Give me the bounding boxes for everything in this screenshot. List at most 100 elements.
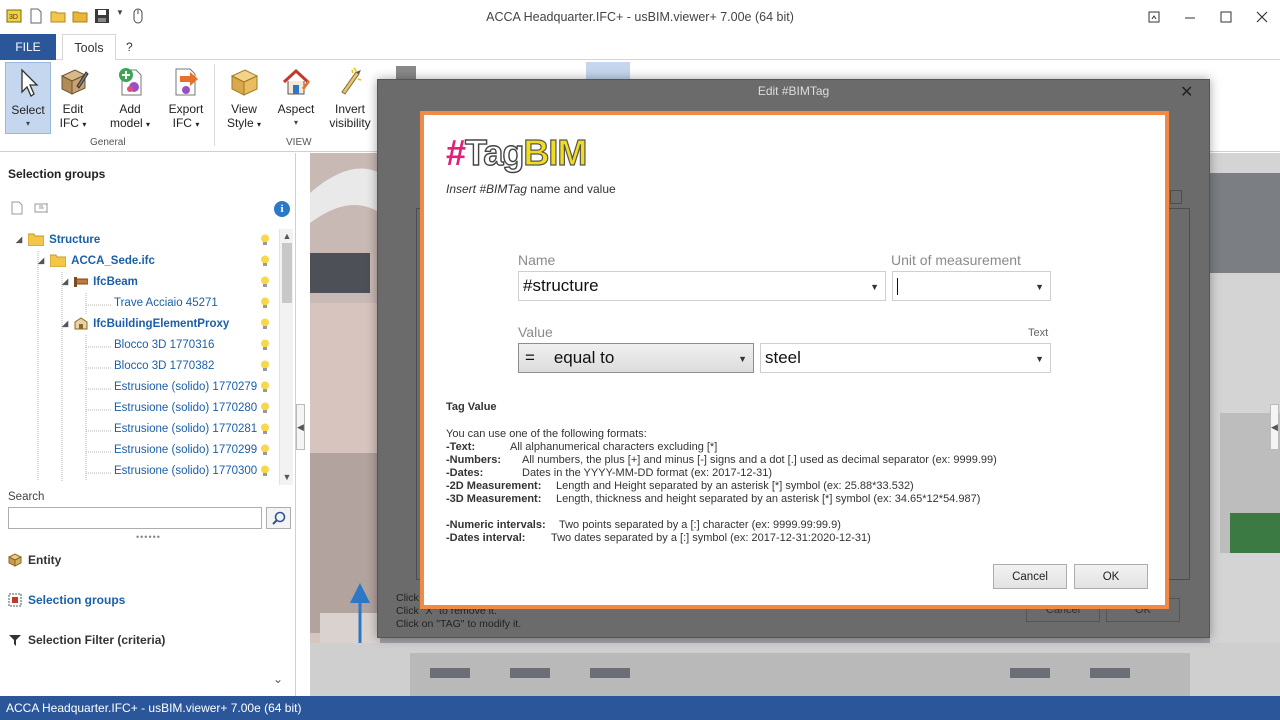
tab-help[interactable]: ? [126, 40, 133, 54]
operator-combobox[interactable]: = equal to ▼ [518, 343, 754, 373]
tree-item[interactable]: Estrusione (solido) 1770280 [114, 397, 257, 418]
restore-icon[interactable] [1136, 0, 1172, 34]
view-style-button[interactable]: View Style ▾ [222, 62, 266, 134]
unit-combobox[interactable]: ▼ [892, 271, 1051, 301]
tree-label: Estrusione (solido) 1770279 [114, 380, 258, 393]
add-model-icon [119, 68, 142, 96]
format-name: -Numbers: [446, 454, 502, 466]
select-label: Select [11, 103, 45, 117]
new-group-icon[interactable] [10, 201, 24, 218]
format-desc: Two points separated by a [:] character … [559, 519, 841, 531]
format-desc: All numbers, the plus [+] and minus [-] … [522, 454, 997, 466]
scroll-down-icon[interactable]: ▼ [281, 471, 293, 483]
section-selection-groups[interactable]: Selection groups [8, 589, 125, 611]
tree-item[interactable]: Estrusione (solido) 1770300 [114, 460, 257, 481]
tree-item[interactable]: Estrusione (solido) 1770299 [114, 439, 257, 460]
name-label: Name [518, 252, 556, 268]
proxy-icon [74, 317, 88, 330]
aspect-button[interactable]: Aspect ▾ [274, 62, 318, 134]
name-combobox[interactable]: #structure ▼ [518, 271, 886, 301]
filter-icon [9, 635, 21, 646]
tree-label: IfcBeam [93, 275, 138, 288]
minimize-icon[interactable] [1172, 0, 1208, 34]
trash-icon[interactable] [1170, 190, 1182, 204]
export-ifc-label-1: Export [168, 102, 204, 116]
value-combobox[interactable]: steel ▼ [760, 343, 1051, 373]
tree-item-ifcbeam[interactable]: ◢ IfcBeam [62, 271, 138, 292]
format-numeric-intervals: -Numeric intervals: Two points separated … [446, 519, 841, 531]
tab-file[interactable]: FILE [0, 34, 56, 60]
format-name: -Text: [446, 441, 476, 453]
cancel-button[interactable]: Cancel [993, 564, 1067, 589]
search-input[interactable] [8, 507, 262, 529]
tree-label: Blocco 3D 1770316 [114, 338, 215, 351]
tree-item-structure[interactable]: ◢ Structure [16, 229, 100, 250]
bulb-icon[interactable] [260, 423, 270, 435]
bulb-icon[interactable] [260, 276, 270, 288]
bulb-icon[interactable] [260, 465, 270, 477]
bulb-icon[interactable] [260, 255, 270, 267]
bulb-icon[interactable] [260, 297, 270, 309]
bulb-icon[interactable] [260, 381, 270, 393]
collapse-left-panel-button[interactable]: ◀ [296, 404, 305, 450]
bulb-icon[interactable] [260, 339, 270, 351]
export-ifc-button[interactable]: Export IFC ▾ [164, 62, 208, 134]
chevron-down-icon[interactable]: ▼ [1035, 282, 1044, 292]
subtitle-italic: Insert #BIMTag [446, 182, 527, 196]
collapse-right-panel-button[interactable]: ◀ [1270, 404, 1279, 450]
bulb-icon[interactable] [260, 318, 270, 330]
section-selection-filter[interactable]: Selection Filter (criteria) [8, 629, 165, 651]
ribbon-group-view: VIEW [286, 137, 312, 148]
tree-item[interactable]: Estrusione (solido) 1770279 [114, 376, 257, 397]
value-label: Value [518, 324, 553, 340]
tree-scrollbar[interactable]: ▲ ▼ [279, 229, 293, 485]
format-name: -3D Measurement: [446, 493, 542, 505]
tree-item[interactable]: Estrusione (solido) 1770281 [114, 418, 257, 439]
section-entity[interactable]: Entity [8, 549, 61, 571]
bulb-icon[interactable] [260, 402, 270, 414]
bulb-icon[interactable] [260, 360, 270, 372]
splitter-grip[interactable]: •••••• [136, 532, 161, 542]
format-name: -Numeric intervals: [446, 519, 546, 531]
bulb-icon[interactable] [260, 444, 270, 456]
tree-item-acca-sede[interactable]: ◢ ACCA_Sede.ifc [38, 250, 155, 271]
export-ifc-label-2: IFC [172, 116, 192, 130]
format-name: -Dates interval: [446, 532, 526, 544]
bulb-icon[interactable] [260, 234, 270, 246]
tree-label: Estrusione (solido) 1770300 [114, 464, 258, 477]
tree-item[interactable]: Blocco 3D 1770316 [114, 334, 214, 355]
search-button[interactable] [266, 507, 291, 529]
scroll-thumb[interactable] [282, 243, 292, 303]
value-type: Text [1028, 327, 1049, 339]
format-numbers: -Numbers: All numbers, the plus [+] and m… [446, 454, 997, 466]
chevron-down-icon[interactable]: ▼ [1035, 354, 1044, 364]
tree-item-ifcbuildingelementproxy[interactable]: ◢ IfcBuildingElementProxy [62, 313, 229, 334]
select-button[interactable]: Select ▾ [5, 62, 51, 134]
close-icon[interactable] [1244, 0, 1280, 34]
chevron-down-icon[interactable]: ▼ [870, 282, 879, 292]
cursor-icon [21, 68, 39, 97]
dialog-subtitle: Insert #BIMTag name and value [446, 182, 616, 196]
chevron-down-icon[interactable]: ⌄ [273, 672, 283, 686]
chevron-down-icon[interactable]: ▼ [738, 354, 747, 364]
tree-label: Structure [49, 233, 101, 246]
view-style-label-1: View [231, 102, 257, 116]
tree-item-trave-acciaio[interactable]: Trave Acciaio 45271 [114, 292, 218, 313]
tree-item[interactable]: Blocco 3D 1770382 [114, 355, 214, 376]
status-bar: ACCA Headquarter.IFC+ - usBIM.viewer+ 7.… [0, 696, 1280, 720]
close-icon[interactable]: ✕ [1180, 82, 1193, 102]
scroll-up-icon[interactable]: ▲ [281, 230, 293, 242]
folder-icon [28, 233, 45, 246]
maximize-icon[interactable] [1208, 0, 1244, 34]
tab-tools[interactable]: Tools [62, 34, 116, 61]
edit-ifc-label-1: Edit [62, 102, 84, 116]
outer-dialog-title: Edit #BIMTag [757, 84, 830, 98]
edit-ifc-button[interactable]: Edit IFC ▾ [54, 62, 92, 134]
rename-group-icon[interactable] [34, 201, 50, 218]
add-model-label-2: model [109, 116, 143, 130]
ok-button[interactable]: OK [1074, 564, 1148, 589]
invert-visibility-button[interactable]: Invert visibility [326, 62, 374, 134]
add-model-button[interactable]: Add model ▾ [106, 62, 154, 134]
info-icon[interactable]: i [274, 201, 290, 217]
search-icon [271, 511, 285, 525]
